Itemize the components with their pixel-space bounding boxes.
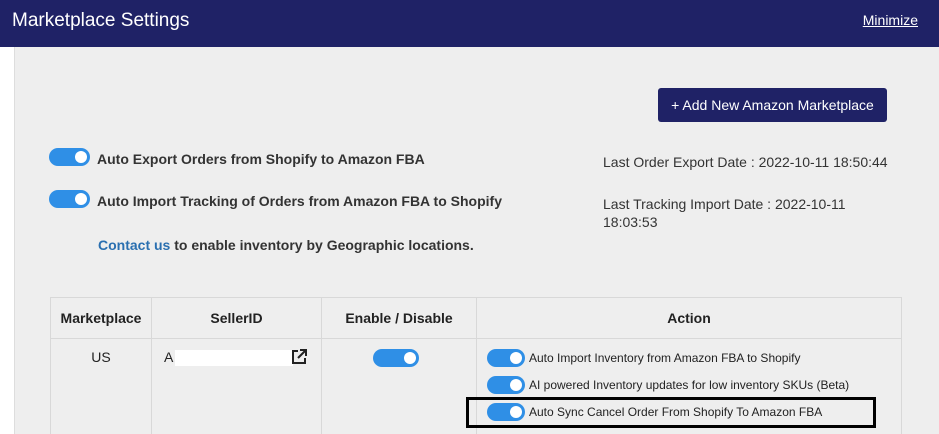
action-item: AI powered Inventory updates for low inv… <box>487 376 849 394</box>
toggle-knob <box>75 151 87 163</box>
action-item: Auto Import Inventory from Amazon FBA to… <box>487 349 800 367</box>
table-row: US A Auto Import Inventory from Amazon F… <box>50 338 902 434</box>
toggle-knob <box>75 193 87 205</box>
toggle-knob <box>510 379 522 391</box>
auto-export-toggle[interactable] <box>49 148 90 166</box>
column-header-sellerid: SellerID <box>151 297 322 339</box>
toggle-knob <box>404 352 416 364</box>
action-item: Auto Sync Cancel Order From Shopify To A… <box>487 403 822 421</box>
page-title: Marketplace Settings <box>12 10 190 31</box>
toggle-knob <box>510 352 522 364</box>
sellerid-cell: A <box>151 338 322 434</box>
sellerid-value: A <box>164 349 174 365</box>
marketplace-value: US <box>91 349 111 365</box>
enable-cell <box>321 338 477 434</box>
action-label: Auto Sync Cancel Order From Shopify To A… <box>529 405 823 419</box>
ai-inventory-toggle[interactable] <box>487 376 525 394</box>
action-label: Auto Import Inventory from Amazon FBA to… <box>529 351 801 365</box>
column-header-marketplace: Marketplace <box>50 297 152 339</box>
auto-sync-cancel-toggle[interactable] <box>487 403 525 421</box>
minimize-link[interactable]: Minimize <box>863 12 918 28</box>
auto-export-label: Auto Export Orders from Shopify to Amazo… <box>97 151 425 167</box>
column-header-enable: Enable / Disable <box>321 297 477 339</box>
app-header: Marketplace Settings Minimize <box>0 0 939 47</box>
toggle-knob <box>510 406 522 418</box>
last-tracking-status: Last Tracking Import Date : 2022-10-11 1… <box>603 196 846 230</box>
action-cell: Auto Import Inventory from Amazon FBA to… <box>476 338 902 434</box>
auto-import-tracking-label: Auto Import Tracking of Orders from Amaz… <box>97 193 502 209</box>
sellerid-redaction <box>175 350 294 367</box>
last-export-status: Last Order Export Date : 2022-10-11 18:5… <box>603 154 888 170</box>
table-header-row: Marketplace SellerID Enable / Disable Ac… <box>50 297 902 339</box>
contact-us-link[interactable]: Contact us <box>98 237 170 253</box>
marketplace-table: Marketplace SellerID Enable / Disable Ac… <box>50 297 902 434</box>
auto-import-inventory-toggle[interactable] <box>487 349 525 367</box>
marketplace-enable-toggle[interactable] <box>373 349 419 367</box>
marketplace-cell: US <box>50 338 152 434</box>
external-link-icon[interactable] <box>290 348 308 366</box>
contact-line: Contact us to enable inventory by Geogra… <box>98 237 474 253</box>
add-marketplace-button[interactable]: + Add New Amazon Marketplace <box>658 88 887 122</box>
action-label: AI powered Inventory updates for low inv… <box>529 378 850 392</box>
contact-rest-text: to enable inventory by Geographic locati… <box>170 237 474 253</box>
auto-import-tracking-toggle[interactable] <box>49 190 90 208</box>
column-header-action: Action <box>476 297 902 339</box>
